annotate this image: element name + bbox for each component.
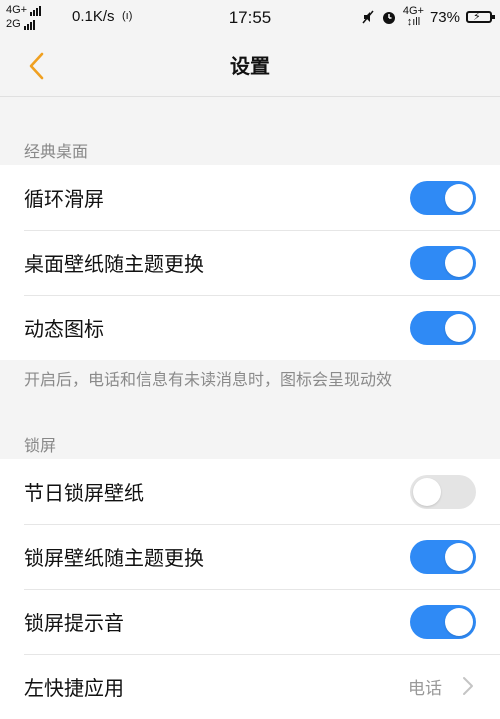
toggle-knob <box>445 249 473 277</box>
back-button[interactable] <box>18 46 54 86</box>
chevron-right-icon <box>463 677 473 695</box>
toggle-knob <box>445 608 473 636</box>
battery-percent: 73% <box>429 8 460 26</box>
alarm-icon <box>382 12 395 24</box>
setting-lock-sound[interactable]: 锁屏提示音 <box>0 589 500 654</box>
network-type-right: 4G+ ↕ıll <box>402 5 424 28</box>
holiday-lock-wallpaper-toggle[interactable] <box>410 475 476 509</box>
toggle-knob <box>413 478 441 506</box>
lock-wallpaper-follow-theme-toggle[interactable] <box>410 540 476 574</box>
toggle-knob <box>445 543 473 571</box>
setting-holiday-lock-wallpaper[interactable]: 节日锁屏壁纸 <box>0 459 500 524</box>
battery-icon: ⚡ <box>466 11 495 23</box>
toggle-knob <box>445 314 473 342</box>
wallpaper-follow-theme-toggle[interactable] <box>410 246 476 280</box>
setting-left-shortcut-app[interactable]: 左快捷应用 电话 <box>0 654 500 719</box>
lock-sound-toggle[interactable] <box>410 605 476 639</box>
left-shortcut-app-value: 电话 <box>408 679 442 699</box>
setting-lock-wallpaper-follow-theme[interactable]: 锁屏壁纸随主题更换 <box>0 524 500 589</box>
loop-scroll-toggle[interactable] <box>410 181 476 215</box>
setting-dynamic-icons[interactable]: 动态图标 <box>0 295 500 360</box>
status-bar: 4G+ 2G 0.1K/s (ı) 17:55 4G+ ↕ıll 73% ⚡ <box>0 0 500 36</box>
section-label-classic-desktop: 经典桌面 <box>24 142 89 161</box>
status-right: 4G+ ↕ıll 73% ⚡ <box>361 5 495 28</box>
page-title: 设置 <box>230 54 270 78</box>
mute-icon <box>362 10 374 24</box>
section-label-lock-screen: 锁屏 <box>24 436 57 455</box>
dynamic-icons-hint: 开启后，电话和信息有未读消息时，图标会呈现动效 <box>24 370 393 389</box>
settings-group-lock-screen: 节日锁屏壁纸 锁屏壁纸随主题更换 锁屏提示音 左快捷应用 电话 <box>0 459 500 719</box>
title-bar: 设置 <box>0 36 500 97</box>
chevron-left-icon <box>29 52 44 80</box>
setting-loop-scroll[interactable]: 循环滑屏 <box>0 165 500 230</box>
settings-group-classic-desktop: 循环滑屏 桌面壁纸随主题更换 动态图标 <box>0 165 500 360</box>
toggle-knob <box>445 184 473 212</box>
network-type-right-label: 4G+ <box>402 5 424 17</box>
setting-wallpaper-follow-theme[interactable]: 桌面壁纸随主题更换 <box>0 230 500 295</box>
dynamic-icons-toggle[interactable] <box>410 311 476 345</box>
